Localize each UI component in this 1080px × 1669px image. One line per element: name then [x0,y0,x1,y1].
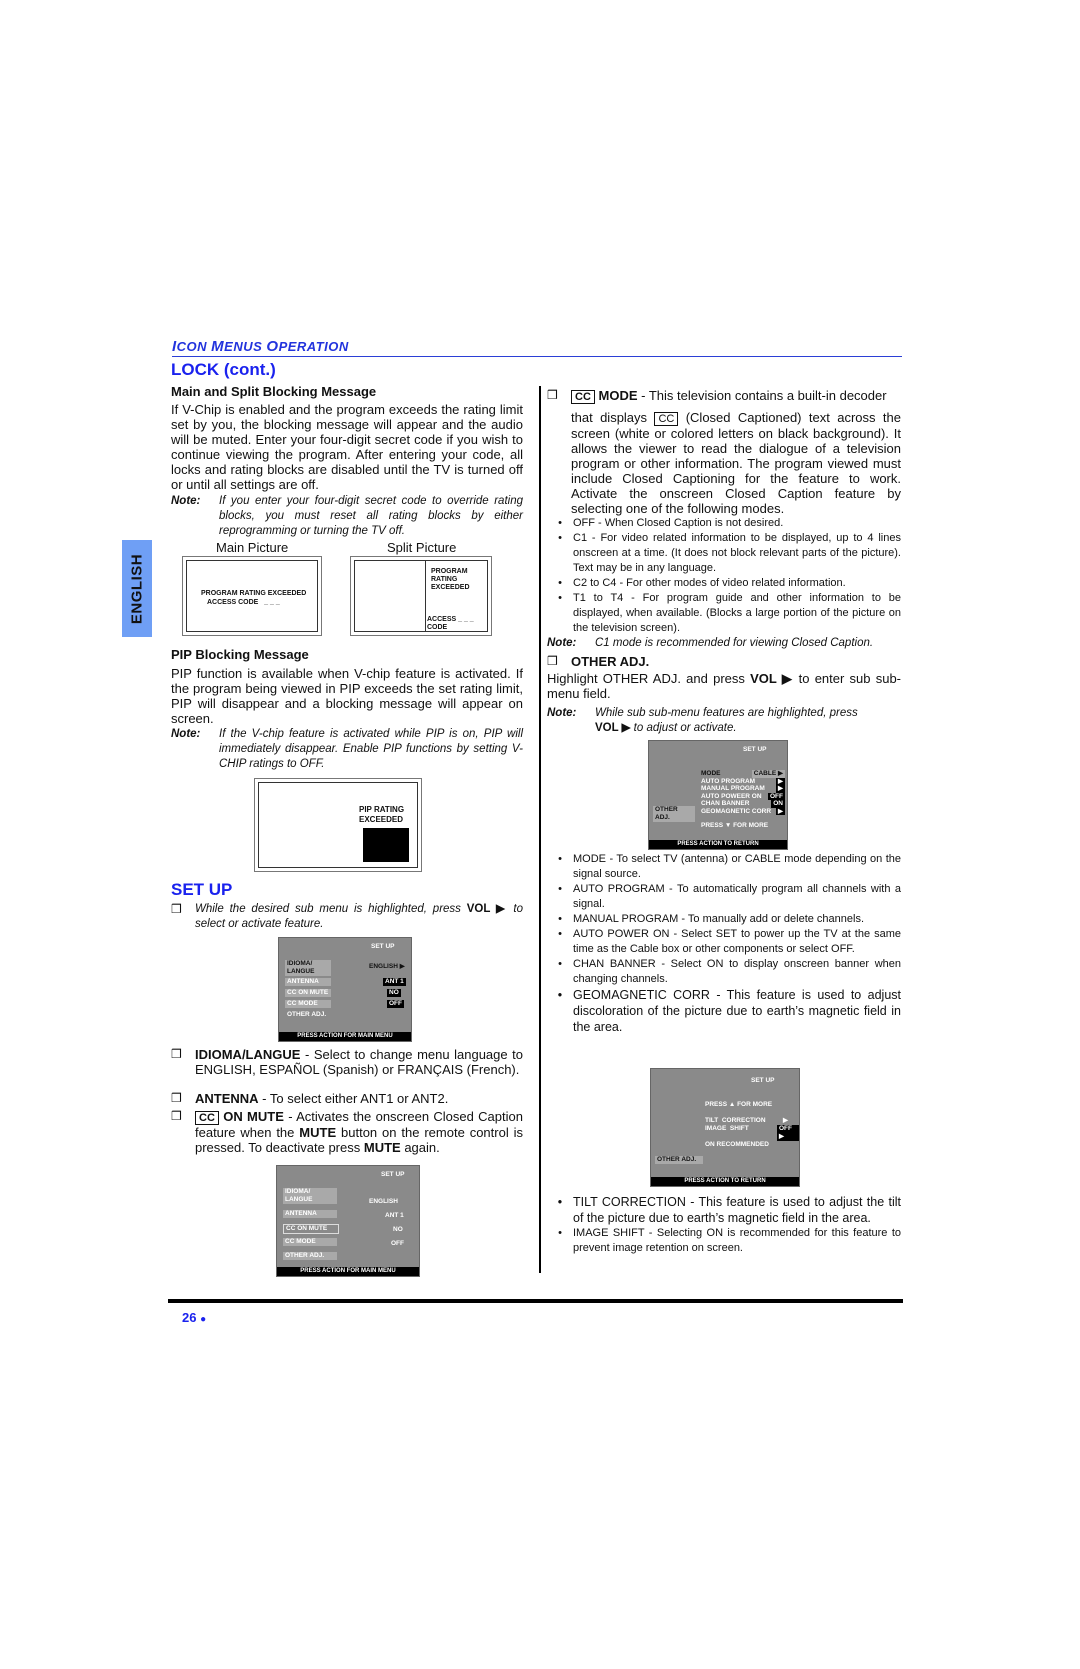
osd-row-label: CHAN BANNER [701,800,750,807]
split-picture-label: Split Picture [387,540,457,555]
checkbox-bullet-icon: ❒ [171,902,182,916]
features-list-2: • TILT CORRECTION - This feature is used … [547,1194,901,1256]
bullet-dot-icon: ● [200,1314,207,1325]
main-split-text: If V-Chip is enabled and the program exc… [171,402,523,492]
idioma-item: ❒ IDIOMA/LANGUE - Select to change menu … [171,1047,523,1077]
cc-icon: CC [571,390,595,404]
osd-row: AUTO POWEER ON OFF [701,792,785,800]
main-split-heading: Main and Split Blocking Message [171,384,377,399]
list-item: • C1 - For video related information to b… [558,532,901,574]
osd-row-value: ▶ [776,785,785,793]
setup-intro: ❒ While the desired sub menu is highligh… [171,902,523,930]
checkbox-bullet-icon: ❒ [171,1091,182,1105]
main-picture-screen: PROGRAM RATING EXCEEDED ACCESS CODE _ _ … [182,556,322,636]
cc-mode-text: that displays CC (Closed Captioned) text… [571,410,901,516]
note-1: Note: If you enter your four-digit secre… [171,495,523,537]
cc-icon: CC [195,1111,219,1125]
osd-row-value: CABLE ▶ [751,770,785,778]
checkbox-bullet-icon: ❒ [171,1047,182,1061]
list-item: • C2 to C4 - For other modes of video rel… [558,577,846,589]
list-item: • IMAGE SHIFT - Selecting ON is recommend… [558,1227,901,1254]
antenna-item: ❒ ANTENNA - To select either ANT1 or ANT… [171,1091,449,1106]
list-item: • OFF - When Closed Caption is not desire… [558,517,784,529]
list-item: • T1 to T4 - For program guide and other … [558,592,901,634]
osd-row-label: MODE [701,770,721,777]
osd-row-value: ▶ [776,777,785,785]
osd-row: CHAN BANNER ON [701,800,785,808]
column-divider [539,386,541,1273]
osd-other-adj-menu: SET UP MODE CABLE ▶ AUTO PROGRAM ▶ MANUAL PR… [648,740,788,850]
list-item: • MANUAL PROGRAM - To manually add or del… [558,913,865,925]
osd-row: MODE CABLE ▶ [701,770,785,778]
note-4: Note: While sub sub-menu features are hi… [547,707,858,734]
pip-text: PIP function is available when V-chip fe… [171,666,523,726]
osd-row-label: AUTO PROGRAM [701,777,756,785]
checkbox-bullet-icon: ❒ [171,1109,182,1123]
pip-heading: PIP Blocking Message [171,647,309,662]
features-list: • MODE - To select TV (antenna) or CABLE … [547,852,901,1035]
checkbox-bullet-icon: ❒ [547,654,558,668]
list-item: • MODE - To select TV (antenna) or CABLE … [558,853,901,880]
list-item: • TILT CORRECTION - This feature is used … [557,1195,901,1225]
lock-title: LOCK (cont.) [171,360,276,379]
osd-tilt-menu: SET UP PRESS ▲ FOR MORE TILT CORRECTION … [650,1068,800,1187]
split-picture-screen: PROGRAM RATING EXCEEDED ACCESS _ _ _ COD… [350,556,492,636]
setup-title: SET UP [171,880,233,899]
language-tab: ENGLISH [122,540,152,637]
osd-setup-menu-mute: SET UP IDIOMA/ LANGUE ANTENNA CC ON MUTE… [276,1165,420,1277]
pip-screen: PIP RATING EXCEEDED [254,778,422,872]
cc-mode-item: ❒ CC MODE - This television contains a b… [547,388,887,404]
other-adj-text: Highlight OTHER ADJ. and press VOL ▶ to … [547,671,902,701]
note-2: Note: If the V-chip feature is activated… [171,728,523,770]
list-item: • AUTO PROGRAM - To automatically program… [558,883,901,910]
osd-row-value: OFF [768,792,785,800]
osd-row: MANUAL PROGRAM ▶ [701,785,785,793]
on-mute-item: ❒ CC ON MUTE - Activates the onscreen Cl… [171,1109,523,1155]
list-item: • AUTO POWER ON - Select SET to power up … [558,928,901,955]
list-item: • GEOMAGNETIC CORR - This feature is used… [557,988,901,1034]
main-picture-label: Main Picture [216,540,289,555]
pip-window [363,828,409,862]
other-adj-item: ❒ OTHER ADJ. [547,654,650,669]
osd-row: AUTO PROGRAM ▶ [701,777,785,785]
osd-setup-menu: SET UP IDIOMA/ LANGUE ANTENNA CC ON MUTE… [278,937,412,1042]
checkbox-bullet-icon: ❒ [547,388,558,402]
osd-row-value: ▶ [776,807,785,815]
page-number: 26 ● [182,1310,207,1325]
osd-row: GEOMAGNETIC CORR ▶ [701,807,785,815]
list-item: • CHAN BANNER - Select ON to display onsc… [558,958,901,985]
cc-modes-list: • OFF - When Closed Caption is not desire… [547,516,901,636]
osd-row-label: MANUAL PROGRAM [701,785,765,792]
osd-row-label: GEOMAGNETIC CORR [701,807,772,815]
footer-rule [168,1299,903,1303]
note-3: Note: C1 mode is recommended for viewing… [547,637,874,649]
osd-row-value: ON [771,800,785,808]
osd-row-label: AUTO POWEER ON [701,792,762,800]
cc-icon: CC [654,412,679,426]
section-header: ICON MENUS OPERATION [172,338,902,357]
